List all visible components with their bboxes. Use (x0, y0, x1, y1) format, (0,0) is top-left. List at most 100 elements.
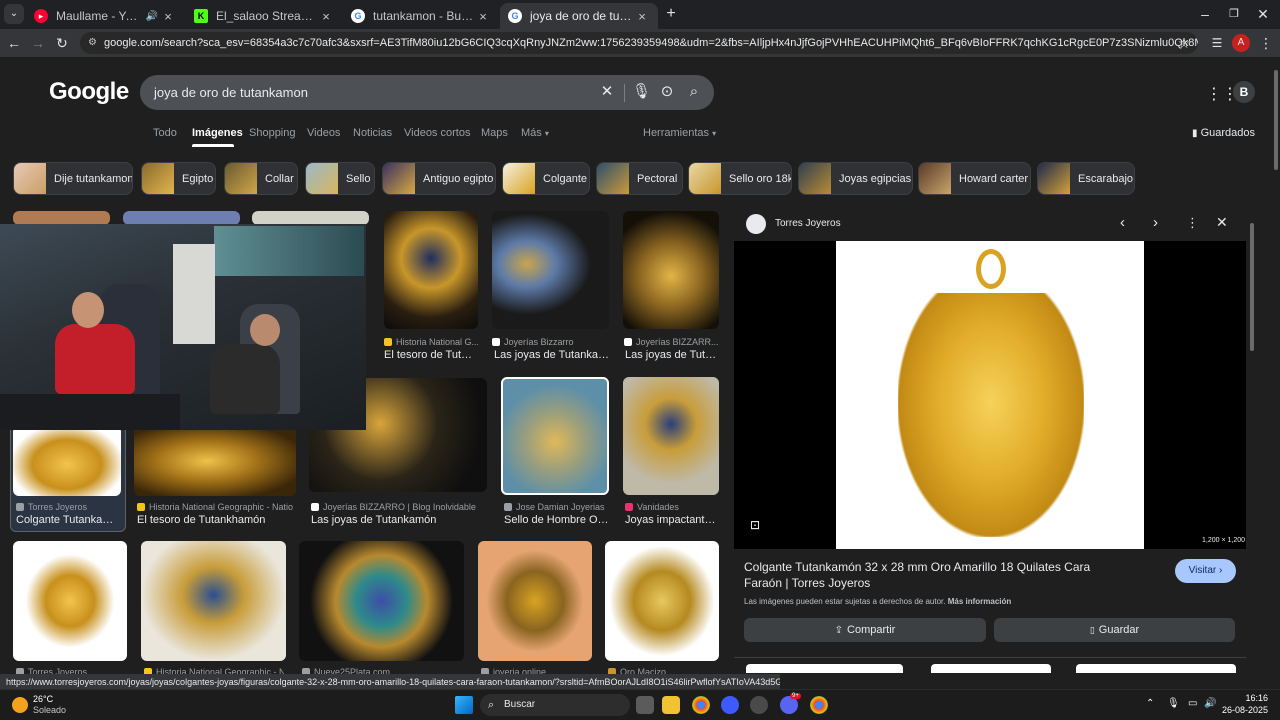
tab-joya-de-oro[interactable]: G joya de oro de tutankamon - B × (500, 3, 658, 29)
result-image-pendant[interactable] (13, 426, 121, 496)
taskbar-search[interactable]: ⌕ Buscar (480, 694, 630, 716)
tab-noticias[interactable]: Noticias (353, 127, 392, 139)
address-bar[interactable]: ⚙ google.com/search?sca_esv=68354a3c7c70… (80, 32, 1198, 54)
chip-egipto[interactable]: Egipto (141, 162, 216, 195)
sun-icon[interactable] (12, 697, 28, 713)
app-icon[interactable] (750, 696, 768, 714)
result-image-gold-ring[interactable] (605, 541, 719, 661)
search-icon[interactable]: ⌕ (685, 83, 703, 101)
panel-source[interactable]: Torres Joyeros (775, 218, 841, 229)
chrome-profile-icon[interactable] (810, 696, 828, 714)
guardados-button[interactable]: ▮ Guardados (1192, 127, 1255, 139)
tab-kick-stream[interactable]: K El_salaoo Stream - Watch Live o × (186, 3, 342, 29)
chip-sello[interactable]: Sello (305, 162, 375, 195)
herramientas-button[interactable]: Herramientas ▾ (643, 127, 716, 139)
related-image[interactable] (746, 664, 903, 673)
tab-videos-cortos[interactable]: Videos cortos (404, 127, 470, 139)
result-caption[interactable]: El tesoro de Tutankhamón (137, 514, 293, 526)
related-image[interactable] (931, 664, 1051, 673)
result-source[interactable]: Joyerías BIZZARRO | Blog Inolvidable (311, 502, 487, 512)
preview-image-pharaoh-pendant[interactable] (836, 241, 1144, 549)
file-explorer-icon[interactable] (662, 696, 680, 714)
result-source[interactable]: Torres Joyeros (16, 502, 121, 512)
search-box[interactable]: joya de oro de tutankamon ✕ 🎙 ⊙ ⌕ (140, 75, 714, 110)
chip-colgante[interactable]: Colgante (502, 162, 590, 195)
more-options-icon[interactable]: ⋮ (1186, 215, 1199, 231)
tab-mas[interactable]: Más ▾ (521, 127, 549, 139)
result-image-sello[interactable] (501, 377, 609, 495)
lens-icon[interactable]: ⊙ (658, 83, 676, 101)
result-image[interactable] (123, 211, 240, 225)
volume-icon[interactable]: 🔊 (1204, 698, 1216, 709)
app-icon[interactable] (721, 696, 739, 714)
close-tab-icon[interactable]: × (475, 9, 491, 24)
share-button[interactable]: ⇪ Compartir (744, 618, 986, 642)
result-caption[interactable]: Joyas impactantes... (625, 514, 719, 526)
tab-videos[interactable]: Videos (307, 127, 340, 139)
clock-date[interactable]: 26-08-2025 (1218, 705, 1268, 715)
chrome-icon[interactable] (692, 696, 710, 714)
search-input[interactable]: joya de oro de tutankamon (154, 85, 308, 100)
tab-imagenes[interactable]: Imágenes (192, 127, 243, 139)
menu-kebab-icon[interactable]: ⋮ (1256, 33, 1276, 53)
close-tab-icon[interactable]: × (318, 9, 334, 24)
minimize-icon[interactable]: – (1195, 4, 1215, 24)
result-image-throne[interactable] (623, 211, 719, 329)
tab-google-tutankamon[interactable]: G tutankamon - Buscar con Goog × (343, 3, 499, 29)
clear-icon[interactable]: ✕ (598, 83, 616, 101)
result-image[interactable] (252, 211, 369, 225)
chip-dije-tutankamon[interactable]: Dije tutankamon (13, 162, 133, 195)
close-tab-icon[interactable]: × (160, 9, 176, 24)
tab-todo[interactable]: Todo (153, 127, 177, 139)
task-view-icon[interactable] (636, 696, 654, 714)
more-info-link[interactable]: Más información (948, 597, 1012, 606)
lens-search-icon[interactable]: ⊡ (750, 518, 760, 532)
result-image-vulture-necklace[interactable] (141, 541, 286, 661)
page-scrollbar-thumb[interactable] (1274, 70, 1278, 170)
tab-maps[interactable]: Maps (481, 127, 508, 139)
result-caption[interactable]: Las joyas de Tutankamón (311, 514, 487, 526)
chip-escarabajo[interactable]: Escarabajo (1037, 162, 1135, 195)
speaker-icon[interactable]: 🔊 (144, 11, 160, 22)
result-image-ring[interactable] (384, 211, 478, 329)
result-image[interactable] (13, 211, 110, 225)
weather-condition[interactable]: Soleado (33, 705, 66, 715)
result-image-pendant[interactable] (13, 541, 127, 661)
chip-collar[interactable]: Collar (224, 162, 298, 195)
chip-joyas-egipcias[interactable]: Joyas egipcias (798, 162, 913, 195)
result-image-earrings[interactable] (492, 211, 609, 329)
windows-start-icon[interactable] (455, 696, 473, 714)
related-image[interactable] (1076, 664, 1236, 673)
next-icon[interactable]: › (1153, 214, 1158, 231)
chip-sello-oro-18k[interactable]: Sello oro 18k (688, 162, 792, 195)
result-caption[interactable]: El tesoro de Tutan... (384, 349, 478, 361)
previous-icon[interactable]: ‹ (1120, 214, 1125, 231)
save-button[interactable]: ▯ Guardar (994, 618, 1235, 642)
profile-avatar[interactable]: A (1232, 34, 1250, 52)
tab-youtube-music[interactable]: ▸ Maullame - YouTube Music 🔊 × (26, 3, 184, 29)
clock-time[interactable]: 16:16 (1228, 693, 1268, 703)
chip-pectoral[interactable]: Pectoral (596, 162, 683, 195)
account-avatar[interactable]: B (1233, 81, 1255, 103)
site-info-icon[interactable]: ⚙ (88, 32, 97, 54)
close-tab-icon[interactable]: × (634, 9, 650, 24)
google-logo[interactable]: Google (49, 78, 129, 106)
forward-icon[interactable]: → (28, 33, 48, 53)
visitar-button[interactable]: Visitar › (1175, 559, 1236, 583)
close-panel-icon[interactable]: ✕ (1216, 214, 1228, 231)
result-source[interactable]: Jose Damian Joyerias (504, 502, 609, 512)
result-source[interactable]: Joyerías BIZZARR... (624, 337, 719, 347)
result-source[interactable]: Vanidades (625, 502, 719, 512)
result-source[interactable]: Historia National Geographic - Natio... (137, 502, 293, 512)
back-icon[interactable]: ← (4, 33, 24, 53)
reload-icon[interactable]: ↻ (52, 33, 72, 53)
new-tab-icon[interactable]: + (661, 4, 681, 24)
tab-search-icon[interactable]: ⌄ (4, 4, 24, 24)
chip-antiguo-egipto[interactable]: Antiguo egipto (382, 162, 496, 195)
result-image-pharaoh-pendant[interactable] (478, 541, 592, 661)
result-caption[interactable]: Sello de Hombre Oro ... (504, 514, 609, 526)
result-image-treasure[interactable] (134, 426, 296, 496)
microphone-icon[interactable]: 🎙 (1167, 698, 1180, 709)
weather-temp[interactable]: 26°C (33, 694, 53, 704)
result-source[interactable]: Joyerías Bizzarro (492, 337, 609, 347)
